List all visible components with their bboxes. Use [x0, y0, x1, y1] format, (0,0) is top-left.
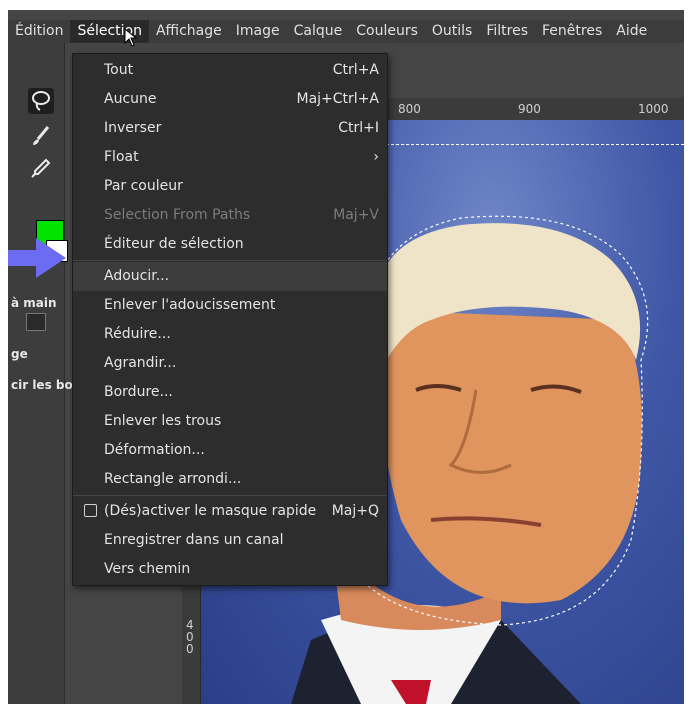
- menu-item-label: Vers chemin: [104, 561, 191, 577]
- gimp-window: Édition Sélection Affichage Image Calque…: [8, 10, 684, 704]
- menu-item-adoucir[interactable]: Adoucir...: [73, 262, 387, 291]
- menu-item-label: Float: [104, 149, 139, 165]
- menu-item-label: Rectangle arrondi...: [104, 471, 242, 487]
- menu-item-label: Selection From Paths: [104, 207, 251, 223]
- menu-item-label: Aucune: [104, 91, 157, 107]
- menu-item-agrandir[interactable]: Agrandir...: [73, 349, 387, 378]
- menu-separator: [73, 495, 387, 496]
- paintbrush-icon: [33, 126, 50, 145]
- checkbox-icon[interactable]: [84, 504, 97, 517]
- menu-separator: [73, 260, 387, 261]
- menu-aide[interactable]: Aide: [609, 20, 654, 43]
- menu-item-vers-chemin[interactable]: Vers chemin: [73, 555, 387, 584]
- menu-item-rectangle-arrondi[interactable]: Rectangle arrondi...: [73, 465, 387, 494]
- tool-option-checkbox-label: cir les bo: [11, 378, 73, 392]
- menu-item-shortcut: Maj+Q: [331, 503, 379, 519]
- lasso-tool-button[interactable]: [28, 88, 54, 114]
- menu-couleurs[interactable]: Couleurs: [349, 20, 425, 43]
- mode-button[interactable]: [26, 313, 46, 331]
- menu-item-label: Déformation...: [104, 442, 205, 458]
- menu-fenetres[interactable]: Fenêtres: [535, 20, 609, 43]
- eyedropper-icon: [31, 158, 51, 178]
- menu-item-tout[interactable]: Tout Ctrl+A: [73, 56, 387, 85]
- menu-item-aucune[interactable]: Aucune Maj+Ctrl+A: [73, 85, 387, 114]
- ruler-label: 1000: [638, 102, 669, 116]
- selection-menu-dropdown: Tout Ctrl+A Aucune Maj+Ctrl+A Inverser C…: [72, 53, 388, 586]
- menu-item-inverser[interactable]: Inverser Ctrl+I: [73, 114, 387, 143]
- ruler-label: 800: [398, 102, 421, 116]
- menu-item-label: (Dés)activer le masque rapide: [104, 503, 317, 519]
- menu-item-enlever-les-trous[interactable]: Enlever les trous: [73, 407, 387, 436]
- menu-item-label: Enlever l'adoucissement: [104, 297, 276, 313]
- ruler-label: 900: [518, 102, 541, 116]
- menu-item-deformation[interactable]: Déformation...: [73, 436, 387, 465]
- menu-item-shortcut: Maj+Ctrl+A: [296, 91, 380, 107]
- menu-item-enlever-adoucissement[interactable]: Enlever l'adoucissement: [73, 291, 387, 320]
- menu-item-shortcut: Ctrl+I: [338, 120, 379, 136]
- menu-filtres[interactable]: Filtres: [479, 20, 535, 43]
- lasso-icon: [32, 91, 50, 111]
- menu-item-label: Adoucir...: [104, 268, 170, 284]
- ruler-label: 0: [186, 642, 194, 656]
- menu-item-float[interactable]: Float ›: [73, 143, 387, 172]
- menu-image[interactable]: Image: [229, 20, 287, 43]
- menu-item-enregistrer-canal[interactable]: Enregistrer dans un canal: [73, 526, 387, 555]
- menu-item-masque-rapide[interactable]: (Dés)activer le masque rapide Maj+Q: [73, 497, 387, 526]
- menu-item-label: Tout: [104, 62, 134, 78]
- menu-item-editeur-de-selection[interactable]: Éditeur de sélection: [73, 230, 387, 259]
- menu-calque[interactable]: Calque: [287, 20, 350, 43]
- submenu-arrow-icon: ›: [373, 149, 379, 165]
- menu-affichage[interactable]: Affichage: [149, 20, 229, 43]
- menu-item-par-couleur[interactable]: Par couleur: [73, 172, 387, 201]
- mouse-cursor-icon: [124, 28, 138, 47]
- menu-item-label: Enregistrer dans un canal: [104, 532, 284, 548]
- menu-item-label: Inverser: [104, 120, 162, 136]
- paintbrush-tool-button[interactable]: [28, 123, 54, 149]
- menu-outils[interactable]: Outils: [425, 20, 479, 43]
- menu-item-reduire[interactable]: Réduire...: [73, 320, 387, 349]
- menu-item-label: Enlever les trous: [104, 413, 222, 429]
- menu-item-bordure[interactable]: Bordure...: [73, 378, 387, 407]
- menu-item-shortcut: Maj+V: [333, 207, 379, 223]
- toolbox: à main ge cir les bo: [8, 43, 73, 704]
- arrow-pointer-icon: [8, 238, 66, 278]
- menu-item-shortcut: Ctrl+A: [332, 62, 379, 78]
- menu-item-label: Éditeur de sélection: [104, 236, 244, 252]
- menu-item-label: Bordure...: [104, 384, 173, 400]
- color-picker-tool-button[interactable]: [28, 155, 54, 181]
- menu-item-label: Réduire...: [104, 326, 171, 342]
- menu-item-label: Par couleur: [104, 178, 183, 194]
- menu-edition[interactable]: Édition: [8, 20, 70, 43]
- menu-item-selection-from-paths: Selection From Paths Maj+V: [73, 201, 387, 230]
- tool-option-label: ge: [11, 347, 28, 361]
- menu-item-label: Agrandir...: [104, 355, 177, 371]
- menubar: Édition Sélection Affichage Image Calque…: [8, 20, 684, 43]
- tool-options-label: à main: [11, 296, 57, 310]
